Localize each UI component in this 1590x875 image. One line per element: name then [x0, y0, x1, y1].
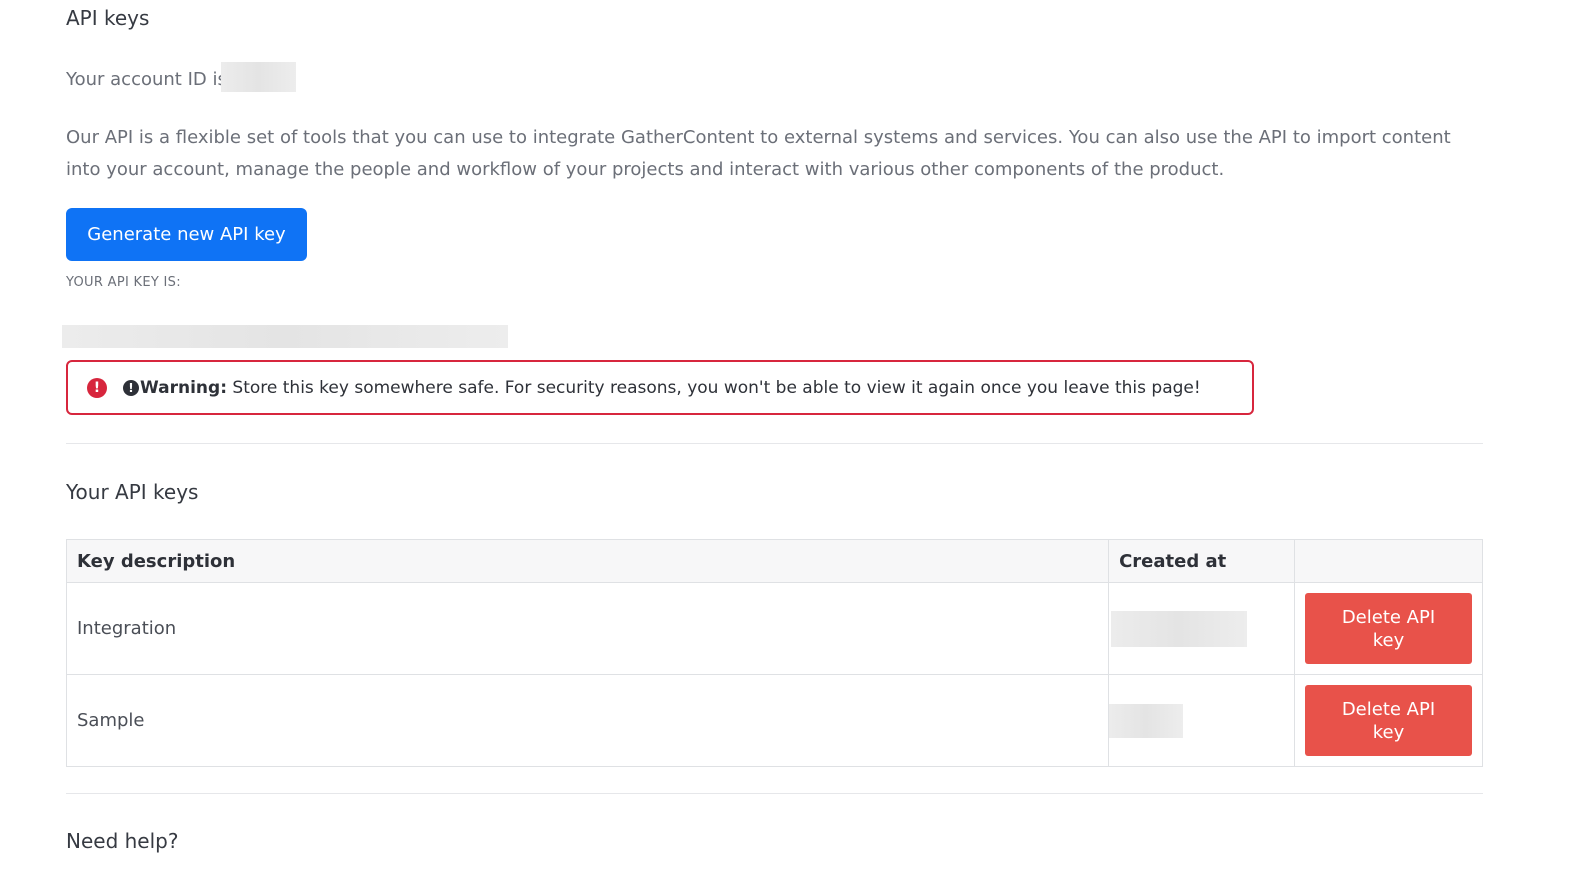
table-row: Integration Delete API key — [65, 582, 1484, 675]
need-help-title: Need help? — [66, 829, 179, 853]
column-header-key-description: Key description — [65, 539, 1110, 583]
table-row: Sample Delete API key — [65, 674, 1484, 767]
your-api-keys-title: Your API keys — [66, 480, 199, 504]
column-header-actions — [1293, 539, 1484, 583]
api-keys-table: Key description Created at Integration D… — [65, 539, 1484, 767]
delete-api-key-button[interactable]: Delete API key — [1304, 593, 1472, 664]
exclamation-circle-icon: ! — [87, 377, 107, 398]
key-description-cell: Integration — [65, 582, 1110, 675]
account-id-label: Your account ID is — [66, 69, 227, 90]
created-at-cell — [1108, 674, 1295, 767]
warning-body: Store this key somewhere safe. For secur… — [227, 377, 1201, 398]
api-intro-text: Our API is a flexible set of tools that … — [66, 127, 1451, 180]
column-header-created-at: Created at — [1108, 539, 1295, 583]
created-at-redacted — [1111, 610, 1248, 647]
api-key-redacted — [62, 325, 508, 348]
created-at-redacted — [1109, 703, 1184, 738]
warning-message: ! Warning: Store this key somewhere safe.… — [123, 378, 1201, 398]
account-id-line: Your account ID is — [66, 67, 227, 93]
page-title: API keys — [66, 6, 150, 30]
table-header-row: Key description Created at — [65, 539, 1484, 583]
section-divider — [66, 443, 1483, 444]
api-keys-page: API keys Your account ID is Our API is a… — [0, 0, 1590, 875]
delete-api-key-button[interactable]: Delete API key — [1304, 685, 1472, 756]
warning-title: Warning: — [140, 377, 228, 398]
api-key-label: YOUR API KEY IS: — [66, 275, 181, 290]
generate-api-key-button[interactable]: Generate new API key — [66, 208, 307, 261]
account-id-redacted — [221, 62, 296, 92]
key-description-cell: Sample — [65, 674, 1110, 767]
created-at-cell — [1108, 582, 1295, 675]
warning-banner: ! ! Warning: Store this key somewhere saf… — [66, 360, 1254, 415]
section-divider — [66, 793, 1483, 794]
action-cell: Delete API key — [1293, 582, 1484, 675]
exclamation-icon: ! — [123, 379, 139, 396]
action-cell: Delete API key — [1293, 674, 1484, 767]
